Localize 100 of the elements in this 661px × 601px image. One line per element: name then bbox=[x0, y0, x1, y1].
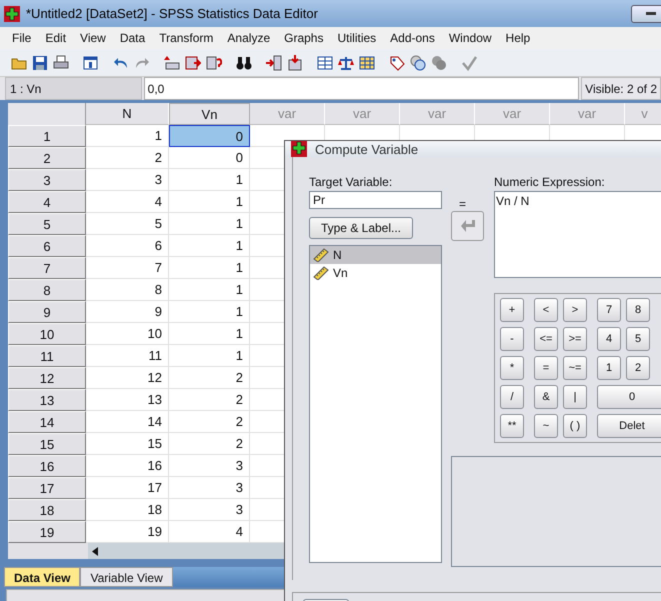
keypad-key[interactable]: - bbox=[500, 327, 524, 351]
row-header[interactable]: 14 bbox=[8, 411, 86, 433]
row-header[interactable]: 18 bbox=[8, 499, 86, 521]
type-label-button[interactable]: Type & Label... bbox=[309, 217, 413, 239]
spell-check-icon[interactable] bbox=[461, 54, 477, 70]
keypad-key[interactable]: = bbox=[534, 356, 558, 380]
keypad-key[interactable]: ( ) bbox=[563, 414, 587, 438]
menu-item[interactable]: Help bbox=[506, 31, 530, 45]
numeric-expression-field[interactable]: Vn / N bbox=[494, 191, 661, 278]
table-question-icon[interactable] bbox=[206, 54, 222, 70]
row-header[interactable]: 17 bbox=[8, 477, 86, 499]
row-header[interactable]: 8 bbox=[8, 279, 86, 301]
row-header[interactable]: 1 bbox=[8, 125, 86, 147]
keypad-key[interactable]: 2 bbox=[626, 356, 650, 380]
equals-sign: = bbox=[459, 197, 466, 211]
view-tab[interactable]: Data View bbox=[4, 567, 80, 587]
column-arrow-icon[interactable] bbox=[266, 54, 282, 70]
table-cell: 0 bbox=[169, 147, 250, 169]
keypad-key[interactable]: / bbox=[500, 385, 524, 409]
keypad-key[interactable]: Delet bbox=[597, 414, 661, 438]
table-cell: 11 bbox=[86, 345, 169, 367]
menu-item[interactable]: File bbox=[12, 31, 32, 45]
menu-item[interactable]: Add-ons bbox=[390, 31, 435, 45]
variable-item[interactable]: Vn bbox=[310, 264, 441, 282]
menu-item[interactable]: Edit bbox=[45, 31, 66, 45]
keypad-key[interactable]: ~ bbox=[534, 414, 558, 438]
table-cell: 3 bbox=[169, 455, 250, 477]
arrow-icon bbox=[460, 220, 474, 232]
row-header[interactable]: 13 bbox=[8, 389, 86, 411]
keypad-key[interactable]: * bbox=[500, 356, 524, 380]
keypad-key[interactable]: 1 bbox=[597, 356, 621, 380]
keypad-key[interactable]: <= bbox=[534, 327, 558, 351]
table-cell: 10 bbox=[86, 323, 169, 345]
menu-item[interactable]: Analyze bbox=[227, 31, 270, 45]
table-cell: 3 bbox=[169, 477, 250, 499]
table-cell: 1 bbox=[169, 301, 250, 323]
table-cell: 15 bbox=[86, 433, 169, 455]
minimize-icon bbox=[646, 12, 656, 16]
table-cell: 2 bbox=[86, 147, 169, 169]
menu-item[interactable]: Graphs bbox=[284, 31, 324, 45]
row-header[interactable]: 11 bbox=[8, 345, 86, 367]
table-cell: 1 bbox=[169, 169, 250, 191]
table-arrow-icon[interactable] bbox=[164, 54, 180, 70]
keypad-key[interactable]: ~= bbox=[563, 356, 587, 380]
row-header[interactable]: 9 bbox=[8, 301, 86, 323]
menu-item[interactable]: View bbox=[80, 31, 106, 45]
menu-item[interactable]: Window bbox=[448, 31, 492, 45]
row-header[interactable]: 6 bbox=[8, 235, 86, 257]
printer-icon[interactable] bbox=[53, 54, 69, 70]
keypad-key[interactable]: 8 bbox=[626, 298, 650, 322]
table-cell: 13 bbox=[86, 389, 169, 411]
table-cell: 3 bbox=[86, 169, 169, 191]
row-header[interactable]: 16 bbox=[8, 455, 86, 477]
table-cell: 16 bbox=[86, 455, 169, 477]
scale-icon[interactable] bbox=[338, 54, 354, 70]
keypad-key[interactable]: < bbox=[534, 298, 558, 322]
table-arrow-icon[interactable] bbox=[287, 54, 303, 70]
keypad-key[interactable]: 5 bbox=[626, 327, 650, 351]
keypad-key[interactable]: 7 bbox=[597, 298, 621, 322]
menu-item[interactable]: Utilities bbox=[337, 31, 376, 45]
menu-item[interactable]: Data bbox=[120, 31, 146, 45]
view-tab[interactable]: Variable View bbox=[80, 567, 173, 587]
keypad-key[interactable]: 4 bbox=[597, 327, 621, 351]
variable-item[interactable]: N bbox=[310, 246, 441, 264]
tag-icon[interactable] bbox=[389, 54, 405, 70]
target-variable-field[interactable]: Pr bbox=[309, 191, 442, 209]
row-header[interactable]: 3 bbox=[8, 169, 86, 191]
table-cell: 2 bbox=[169, 367, 250, 389]
table-cell: 2 bbox=[169, 389, 250, 411]
column-header[interactable]: Vn bbox=[169, 103, 250, 125]
table-icon[interactable] bbox=[317, 54, 333, 70]
keypad-key[interactable]: ** bbox=[500, 414, 524, 438]
row-header[interactable]: 7 bbox=[8, 257, 86, 279]
cell-value-field[interactable]: 0,0 bbox=[144, 77, 580, 100]
row-header[interactable]: 19 bbox=[8, 521, 86, 543]
keypad-key[interactable]: & bbox=[534, 385, 558, 409]
window-icon[interactable] bbox=[83, 54, 99, 70]
circles-icon[interactable] bbox=[431, 54, 447, 70]
table-icon[interactable] bbox=[359, 54, 375, 70]
table-arrow-icon[interactable] bbox=[185, 54, 201, 70]
keypad-key[interactable]: >= bbox=[563, 327, 587, 351]
minimize-button[interactable] bbox=[631, 4, 661, 22]
row-header[interactable]: 5 bbox=[8, 213, 86, 235]
table-cell: 18 bbox=[86, 499, 169, 521]
field-label: Numeric Expression: bbox=[494, 175, 606, 189]
menu-item[interactable]: Transform bbox=[159, 31, 214, 45]
row-header[interactable]: 4 bbox=[8, 191, 86, 213]
circles-icon[interactable] bbox=[410, 54, 426, 70]
keypad-key[interactable]: | bbox=[563, 385, 587, 409]
column-header[interactable]: N bbox=[86, 103, 169, 125]
keypad-key[interactable]: + bbox=[500, 298, 524, 322]
table-cell: 3 bbox=[169, 499, 250, 521]
binoculars-icon[interactable] bbox=[236, 54, 252, 70]
row-header[interactable]: 15 bbox=[8, 433, 86, 455]
row-header[interactable]: 2 bbox=[8, 147, 86, 169]
keypad-key[interactable]: > bbox=[563, 298, 587, 322]
row-header[interactable]: 10 bbox=[8, 323, 86, 345]
row-header[interactable]: 12 bbox=[8, 367, 86, 389]
field-label: Target Variable: bbox=[309, 175, 394, 189]
keypad-key[interactable]: 0 bbox=[597, 385, 661, 409]
